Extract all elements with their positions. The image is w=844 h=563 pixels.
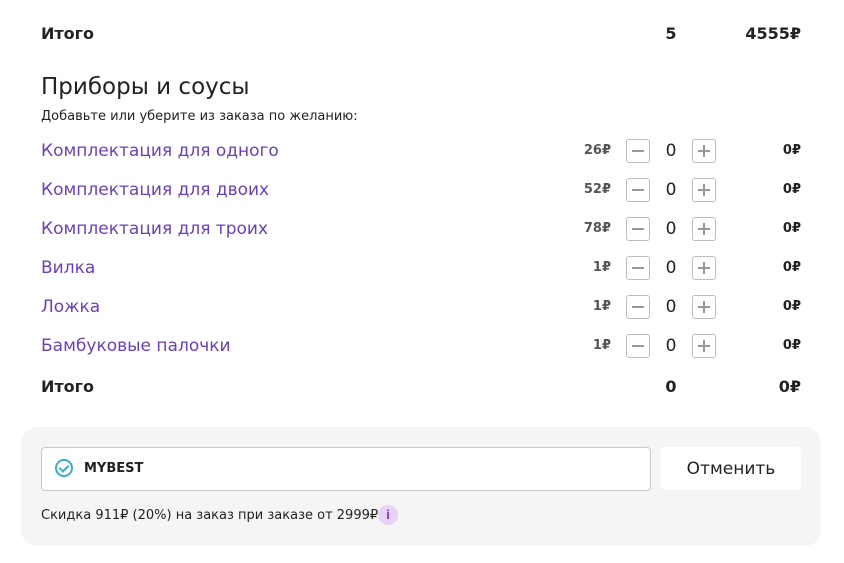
plus-icon[interactable]	[692, 178, 716, 202]
cancel-promo-button[interactable]: Отменить	[661, 447, 801, 490]
order-total-sum: 4555₽	[745, 24, 801, 43]
discount-text: Скидка 911₽ (20%) на заказ при заказе от…	[41, 508, 379, 523]
quantity-stepper: 0	[626, 295, 716, 319]
item-price: 26₽	[583, 143, 611, 158]
item-price: 78₽	[583, 221, 611, 236]
item-name-link[interactable]: Вилка	[41, 253, 95, 283]
item-sum: 0₽	[782, 299, 801, 314]
quantity-stepper: 0	[626, 178, 716, 202]
item-sum: 0₽	[782, 260, 801, 275]
item-name-link[interactable]: Комплектация для троих	[41, 214, 268, 244]
quantity-value: 0	[665, 141, 677, 161]
item-name-link[interactable]: Бамбуковые палочки	[41, 331, 231, 361]
items-total-row: Итого 0 0₽	[41, 372, 801, 402]
list-item: Комплектация для двоих 52₽ 0 0₽	[41, 175, 801, 205]
plus-icon[interactable]	[692, 334, 716, 358]
promo-panel: MYBEST Отменить Скидка 911₽ (20%) на зак…	[21, 427, 821, 546]
minus-icon[interactable]	[626, 217, 650, 241]
quantity-stepper: 0	[626, 139, 716, 163]
quantity-value: 0	[665, 180, 677, 200]
plus-icon[interactable]	[692, 139, 716, 163]
minus-icon[interactable]	[626, 178, 650, 202]
items-total-label: Итого	[41, 377, 95, 396]
list-item: Комплектация для одного 26₽ 0 0₽	[41, 136, 801, 166]
item-sum: 0₽	[782, 338, 801, 353]
item-price: 1₽	[592, 260, 611, 275]
minus-icon[interactable]	[626, 256, 650, 280]
quantity-value: 0	[665, 219, 677, 239]
plus-icon[interactable]	[692, 217, 716, 241]
item-price: 52₽	[583, 182, 611, 197]
item-sum: 0₽	[782, 182, 801, 197]
quantity-value: 0	[665, 297, 677, 317]
minus-icon[interactable]	[626, 295, 650, 319]
plus-icon[interactable]	[692, 256, 716, 280]
plus-icon[interactable]	[692, 295, 716, 319]
minus-icon[interactable]	[626, 334, 650, 358]
quantity-value: 0	[665, 336, 677, 356]
item-name-link[interactable]: Комплектация для одного	[41, 136, 279, 166]
item-price: 1₽	[592, 338, 611, 353]
items-total-sum: 0₽	[778, 377, 801, 396]
section-title: Приборы и соусы	[41, 74, 250, 100]
section-subtitle: Добавьте или уберите из заказа по желани…	[41, 109, 358, 124]
item-price: 1₽	[592, 299, 611, 314]
minus-icon[interactable]	[626, 139, 650, 163]
quantity-stepper: 0	[626, 256, 716, 280]
order-total-qty: 5	[665, 24, 677, 43]
info-icon[interactable]: i	[378, 505, 398, 525]
quantity-value: 0	[665, 258, 677, 278]
item-sum: 0₽	[782, 143, 801, 158]
order-total-row: Итого 5 4555₽	[41, 19, 801, 49]
promo-code-field[interactable]: MYBEST	[41, 447, 651, 491]
item-name-link[interactable]: Комплектация для двоих	[41, 175, 269, 205]
quantity-stepper: 0	[626, 217, 716, 241]
check-circle-icon	[55, 459, 73, 477]
list-item: Вилка 1₽ 0 0₽	[41, 253, 801, 283]
quantity-stepper: 0	[626, 334, 716, 358]
list-item: Комплектация для троих 78₽ 0 0₽	[41, 214, 801, 244]
item-sum: 0₽	[782, 221, 801, 236]
items-total-qty: 0	[665, 377, 677, 396]
promo-code-value: MYBEST	[84, 461, 144, 476]
list-item: Бамбуковые палочки 1₽ 0 0₽	[41, 331, 801, 361]
list-item: Ложка 1₽ 0 0₽	[41, 292, 801, 322]
order-total-label: Итого	[41, 24, 95, 43]
item-name-link[interactable]: Ложка	[41, 292, 100, 322]
